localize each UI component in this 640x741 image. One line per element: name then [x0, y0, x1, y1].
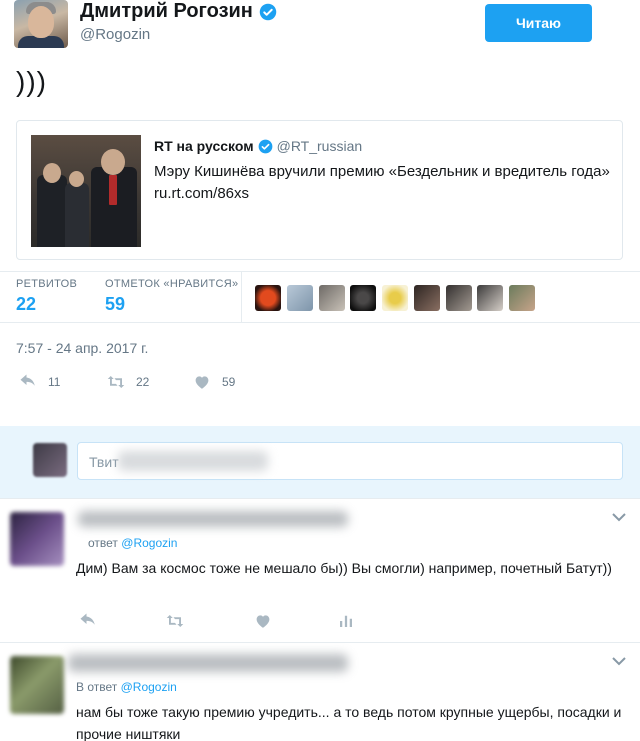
liker-avatar[interactable] — [350, 285, 376, 311]
verified-badge-icon — [259, 3, 277, 20]
reply-action[interactable]: 11 — [18, 373, 60, 391]
in-reply-to: ответ @Rogozin — [88, 536, 178, 550]
author-name[interactable]: Дмитрий Рогозин — [80, 0, 277, 23]
liker-avatar[interactable] — [319, 285, 345, 311]
divider — [0, 642, 640, 643]
liker-avatar[interactable] — [414, 285, 440, 311]
liker-avatar[interactable] — [255, 285, 281, 311]
divider — [241, 272, 242, 322]
reply-text: нам бы тоже такую премию учредить... а т… — [76, 704, 622, 741]
redacted-text — [118, 451, 268, 471]
reply-button[interactable] — [78, 612, 98, 635]
divider — [0, 322, 640, 323]
like-button[interactable] — [253, 612, 273, 635]
reply-icon[interactable] — [78, 612, 98, 630]
redacted-author-name — [78, 511, 348, 527]
redacted-author-name — [68, 654, 348, 672]
analytics-icon[interactable] — [336, 612, 356, 630]
tweet-text: ))) — [16, 66, 47, 97]
retweet-icon[interactable] — [106, 373, 126, 391]
like-action[interactable]: 59 — [192, 373, 235, 391]
verified-badge-icon — [258, 139, 272, 153]
in-reply-to: В ответ @Rogozin — [76, 680, 177, 694]
reply-text: Дим) Вам за космос тоже не мешало бы)) В… — [76, 560, 612, 576]
author-handle[interactable]: @Rogozin — [80, 26, 150, 43]
retweet-action[interactable]: 22 — [106, 373, 149, 391]
liker-avatar[interactable] — [382, 285, 408, 311]
reply-input[interactable]: Твит — [77, 442, 623, 480]
viewer-avatar — [33, 443, 67, 477]
chevron-down-icon[interactable] — [612, 656, 626, 666]
reply-icon[interactable] — [18, 373, 38, 391]
tweet-timestamp[interactable]: 7:57 - 24 апр. 2017 г. — [16, 340, 148, 356]
quoted-tweet-card[interactable]: RT на русском @RT_russian Мэру Кишинёва … — [16, 120, 623, 260]
reply-author-avatar[interactable] — [10, 512, 64, 566]
divider — [0, 498, 640, 499]
liker-avatar[interactable] — [477, 285, 503, 311]
quoted-tweet-handle[interactable]: @RT_russian — [277, 138, 363, 154]
liker-avatar[interactable] — [287, 285, 313, 311]
divider — [0, 271, 640, 272]
liker-avatar[interactable] — [509, 285, 535, 311]
reply-author-avatar[interactable] — [10, 656, 64, 714]
author-avatar[interactable] — [14, 0, 68, 48]
reply-placeholder: Твит — [89, 454, 119, 470]
following-button[interactable]: Читаю — [485, 4, 592, 42]
likes-stat[interactable]: ОТМЕТОК «НРАВИТСЯ» 59 — [105, 278, 238, 315]
retweet-button[interactable] — [165, 612, 185, 635]
quoted-tweet-text: Мэру Кишинёва вручили премию «Бездельник… — [154, 163, 610, 202]
in-reply-to-link[interactable]: @Rogozin — [121, 536, 177, 550]
chevron-down-icon[interactable] — [612, 512, 626, 522]
retweets-stat[interactable]: РЕТВИТОВ 22 — [16, 278, 77, 315]
analytics-button[interactable] — [336, 612, 356, 635]
in-reply-to-link[interactable]: @Rogozin — [121, 680, 177, 694]
liker-avatar[interactable] — [446, 285, 472, 311]
quoted-tweet-image — [31, 135, 141, 247]
heart-icon[interactable] — [192, 373, 212, 391]
retweet-icon[interactable] — [165, 612, 185, 630]
quoted-tweet-author[interactable]: RT на русском @RT_russian — [154, 138, 362, 154]
heart-icon[interactable] — [253, 612, 273, 630]
